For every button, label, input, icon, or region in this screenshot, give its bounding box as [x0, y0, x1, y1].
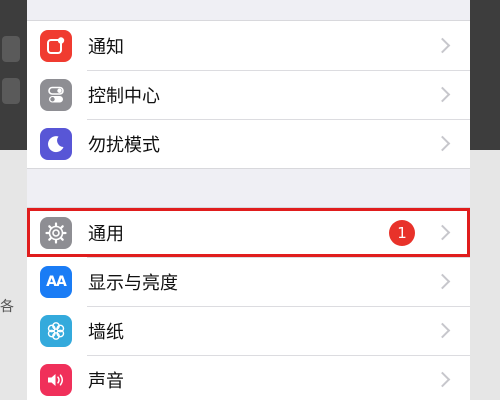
settings-row-label: 控制中心 — [88, 85, 160, 107]
notifications-icon — [40, 29, 72, 62]
background-element — [2, 78, 20, 104]
settings-group-2: 通用 1 AA 显示与亮度 墙纸 声音 — [27, 207, 470, 400]
settings-row-label: 声音 — [88, 370, 124, 392]
chevron-right-icon — [434, 37, 451, 54]
settings-row-wallpaper[interactable]: 墙纸 — [27, 306, 470, 355]
background-right — [468, 0, 500, 400]
settings-row-label: 墙纸 — [88, 321, 124, 343]
settings-row-general[interactable]: 通用 1 — [27, 208, 470, 257]
settings-row-label: 显示与亮度 — [88, 272, 178, 294]
settings-group-1: 通知 控制中心 勿扰模式 — [27, 20, 470, 169]
settings-row-control-center[interactable]: 控制中心 — [27, 70, 470, 119]
settings-panel: 通知 控制中心 勿扰模式 通用 1 AA 显示与亮度 墙纸 声音 — [27, 0, 470, 400]
group-separator — [27, 169, 470, 207]
background-element — [2, 36, 20, 62]
do-not-disturb-icon — [40, 127, 72, 160]
notification-badge: 1 — [389, 219, 415, 246]
background-text: 各 — [0, 299, 14, 315]
settings-row-sounds[interactable]: 声音 — [27, 355, 470, 400]
settings-row-label: 通知 — [88, 36, 124, 58]
wallpaper-icon — [40, 314, 72, 347]
settings-row-display-brightness[interactable]: AA 显示与亮度 — [27, 257, 470, 306]
panel-top-spacer — [27, 0, 470, 20]
chevron-right-icon — [434, 135, 451, 152]
gear-icon — [40, 216, 72, 249]
control-center-icon — [40, 78, 72, 111]
display-brightness-icon-text: AA — [46, 273, 67, 290]
settings-row-label: 通用 — [88, 223, 124, 245]
chevron-right-icon — [434, 224, 451, 241]
settings-row-notifications[interactable]: 通知 — [27, 21, 470, 70]
chevron-right-icon — [434, 322, 451, 339]
display-brightness-icon: AA — [40, 265, 72, 298]
settings-row-do-not-disturb[interactable]: 勿扰模式 — [27, 119, 470, 168]
settings-row-label: 勿扰模式 — [88, 134, 160, 156]
chevron-right-icon — [434, 371, 451, 388]
chevron-right-icon — [434, 273, 451, 290]
chevron-right-icon — [434, 86, 451, 103]
sounds-icon — [40, 363, 72, 396]
